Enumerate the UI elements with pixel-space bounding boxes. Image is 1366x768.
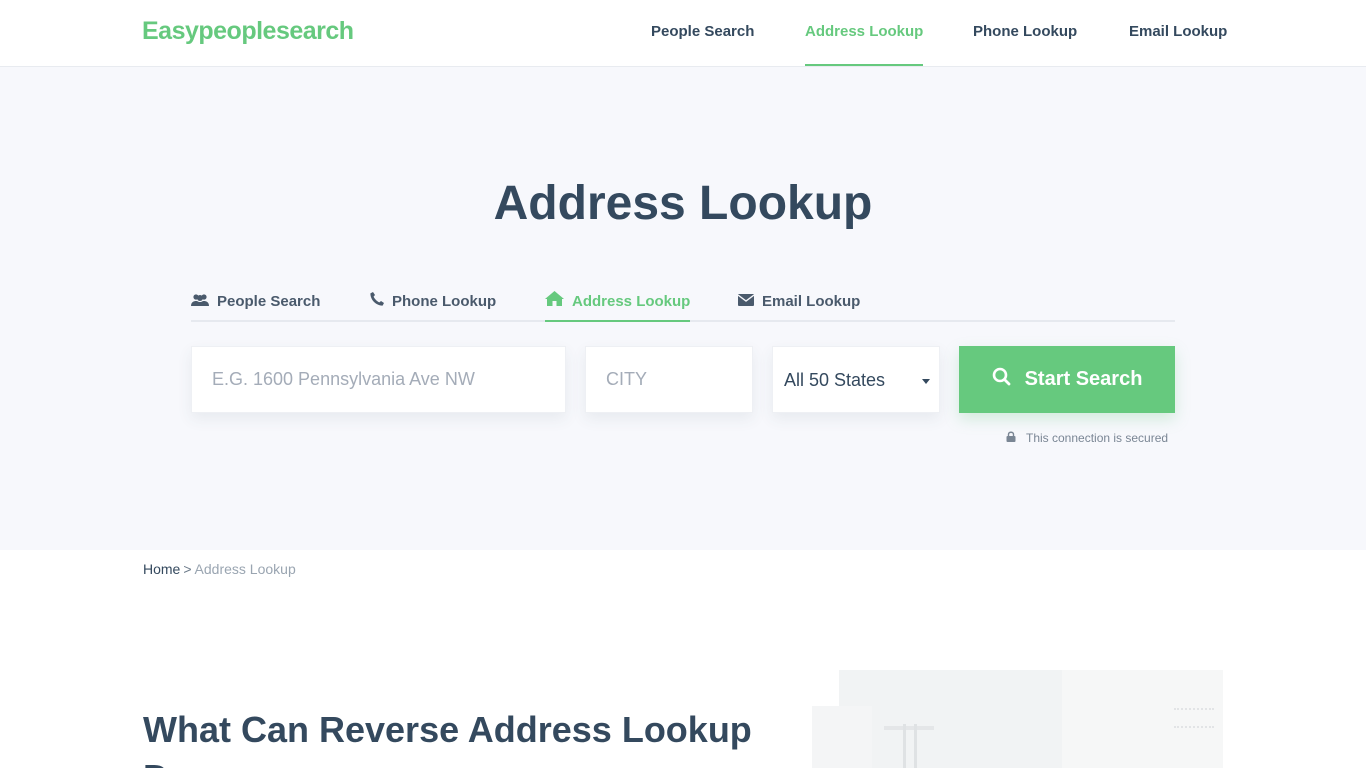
photo-utility-pole (903, 724, 917, 768)
hero-search-section: Address Lookup People Search Phone Looku… (0, 67, 1366, 550)
tab-email-lookup[interactable]: Email Lookup (737, 287, 861, 322)
phone-icon (370, 287, 384, 317)
start-search-button[interactable]: Start Search (959, 346, 1175, 413)
city-field-box (585, 346, 753, 413)
nav-email-lookup[interactable]: Email Lookup (1129, 0, 1227, 66)
breadcrumb-home-link[interactable]: Home (143, 561, 180, 577)
address-field-box (191, 346, 566, 413)
nav-phone-lookup[interactable]: Phone Lookup (973, 0, 1077, 66)
page-title: Address Lookup (493, 177, 873, 230)
search-icon (992, 367, 1011, 392)
users-icon (191, 287, 209, 317)
tab-phone-lookup[interactable]: Phone Lookup (370, 287, 496, 322)
nav-address-lookup[interactable]: Address Lookup (805, 0, 924, 66)
state-select[interactable]: All 50 States (772, 346, 940, 413)
tab-people-search[interactable]: People Search (191, 287, 320, 322)
nav-people-search[interactable]: People Search (651, 0, 754, 66)
tab-label: Phone Lookup (392, 293, 497, 311)
breadcrumb-current: Address Lookup (194, 561, 296, 577)
tab-address-lookup[interactable]: Address Lookup (545, 287, 691, 322)
secure-text: This connection is secured (1026, 430, 1169, 445)
street-photo (812, 670, 1223, 768)
tab-label: Email Lookup (762, 293, 861, 311)
site-logo[interactable]: Easypeoplesearch (142, 17, 354, 46)
breadcrumb: Home > Address Lookup (143, 561, 296, 577)
breadcrumb-separator: > (183, 561, 192, 577)
city-input[interactable] (586, 347, 752, 412)
section-heading: What Can Reverse Address Lookup Do (143, 709, 752, 768)
state-select-value: All 50 States (784, 370, 886, 390)
lock-icon (1006, 431, 1016, 445)
search-type-tabs: People Search Phone Lookup Address Looku… (191, 287, 1175, 322)
top-navbar: Easypeoplesearch People Search Address L… (0, 0, 1366, 67)
caret-down-icon (922, 379, 930, 384)
envelope-icon (737, 287, 755, 317)
start-search-label: Start Search (1024, 368, 1143, 390)
address-input[interactable] (192, 347, 565, 412)
tab-label: Address Lookup (572, 293, 691, 311)
photo-wires (1174, 708, 1214, 728)
photo-left-shade (812, 706, 872, 768)
tab-label: People Search (217, 293, 321, 311)
home-icon (545, 287, 564, 317)
secure-connection-note: This connection is secured (1006, 430, 1168, 445)
